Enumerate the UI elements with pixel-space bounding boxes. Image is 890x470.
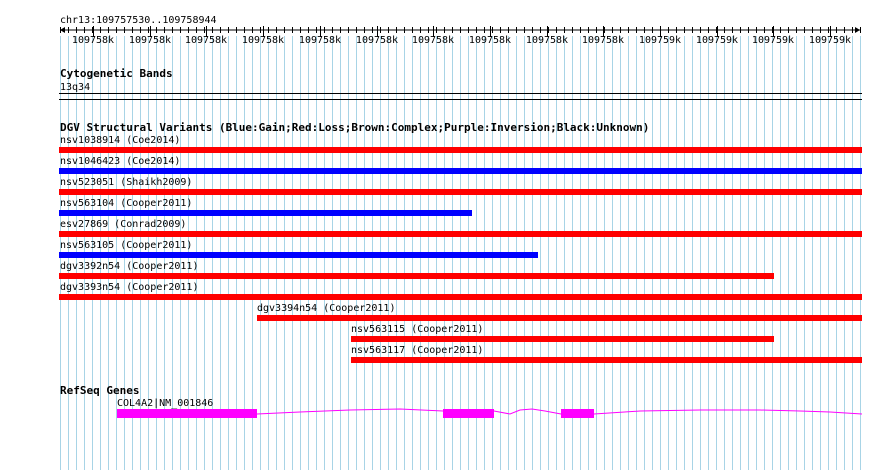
gene-exon xyxy=(117,409,257,418)
gene-exon xyxy=(443,409,494,418)
gene-intron-line xyxy=(256,408,863,415)
gene-model[interactable] xyxy=(0,0,890,470)
gene-exon xyxy=(561,409,594,418)
